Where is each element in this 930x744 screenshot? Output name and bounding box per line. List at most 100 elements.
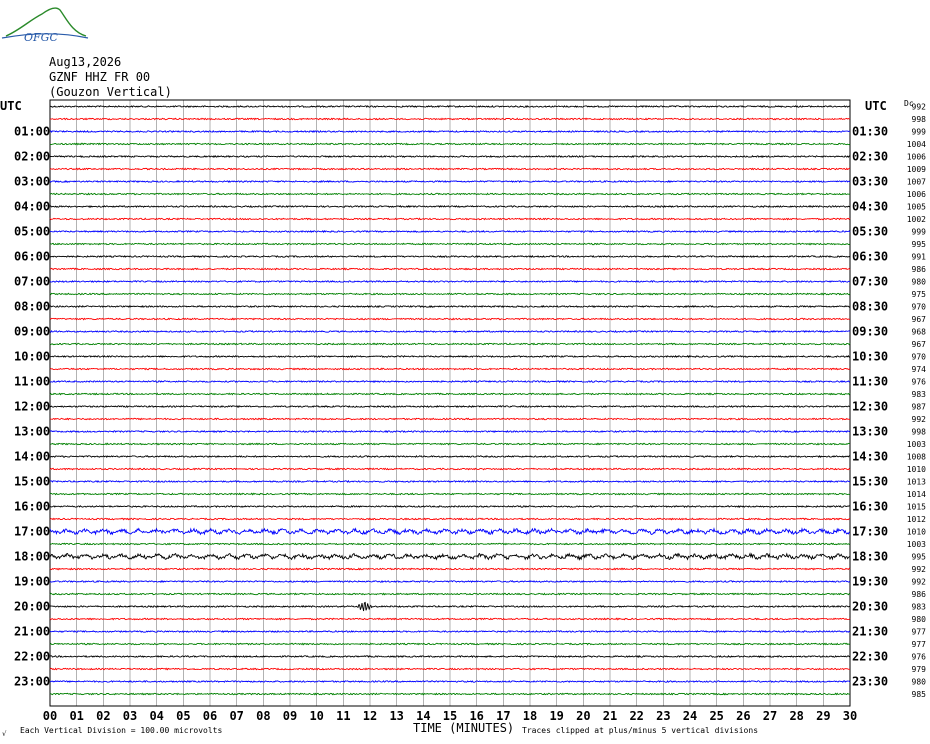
x-tick-label: 03	[123, 709, 137, 723]
dc-offset-label: 1010	[907, 528, 926, 537]
right-hour-label: 14:30	[852, 450, 888, 464]
dc-offset-label: 1007	[907, 178, 926, 187]
date-label: Aug13,2026	[49, 55, 121, 69]
left-hour-label: 15:00	[14, 475, 50, 489]
footer-left-note: Each Vertical Division = 100.00 microvol…	[20, 726, 222, 735]
x-tick-label: 28	[789, 709, 803, 723]
left-hour-label: 22:00	[14, 650, 50, 664]
x-tick-label: 05	[176, 709, 190, 723]
left-hour-label: 03:00	[14, 175, 50, 189]
right-hour-label: 09:30	[852, 325, 888, 339]
right-hour-label: 10:30	[852, 350, 888, 364]
dc-offset-label: 999	[912, 228, 927, 237]
dc-offset-label: 983	[912, 603, 927, 612]
dc-offset-label: 980	[912, 278, 927, 287]
dc-offset-label: 986	[912, 265, 927, 274]
left-hour-label: 17:00	[14, 525, 50, 539]
x-tick-label: 19	[549, 709, 563, 723]
left-hour-label: 11:00	[14, 375, 50, 389]
right-hour-label: 22:30	[852, 650, 888, 664]
dc-offset-label: 1009	[907, 165, 926, 174]
dc-offset-label: 1012	[907, 515, 926, 524]
right-hour-label: 07:30	[852, 275, 888, 289]
x-tick-label: 25	[709, 709, 723, 723]
left-hour-label: 05:00	[14, 225, 50, 239]
dc-offset-label: 1002	[907, 215, 926, 224]
right-hour-label: 13:30	[852, 425, 888, 439]
dc-offset-label: 998	[912, 428, 927, 437]
dc-offset-label: 967	[912, 340, 927, 349]
right-hour-label: 21:30	[852, 625, 888, 639]
left-hour-label: 19:00	[14, 575, 50, 589]
x-tick-label: 22	[629, 709, 643, 723]
x-tick-label: 13	[389, 709, 403, 723]
dc-offset-label: 995	[912, 553, 927, 562]
dc-offset-label: 980	[912, 615, 927, 624]
dc-offset-label: 967	[912, 315, 927, 324]
x-tick-label: 30	[843, 709, 857, 723]
left-hour-label: 21:00	[14, 625, 50, 639]
x-tick-label: 27	[763, 709, 777, 723]
footer-mark: √	[2, 730, 7, 738]
x-tick-label: 01	[69, 709, 83, 723]
x-tick-label: 20	[576, 709, 590, 723]
dc-offset-label: 974	[912, 365, 927, 374]
left-hour-label: 09:00	[14, 325, 50, 339]
trace-row-0	[49, 104, 851, 108]
x-tick-label: 21	[603, 709, 617, 723]
footer-right-note: Traces clipped at plus/minus 5 vertical …	[522, 726, 758, 735]
left-hour-label: 13:00	[14, 425, 50, 439]
left-utc-title: UTC	[0, 99, 22, 113]
dc-offset-label: 970	[912, 303, 927, 312]
dc-offset-label: 968	[912, 328, 927, 337]
ofgc-logo: OFGC	[1, 7, 89, 44]
logo-text: OFGC	[24, 31, 58, 44]
dc-offset-label: 1006	[907, 153, 926, 162]
left-hour-label: 10:00	[14, 350, 50, 364]
dc-offset-label: 992	[912, 103, 927, 112]
x-tick-label: 08	[256, 709, 270, 723]
dc-offset-label: 1014	[907, 490, 926, 499]
left-hour-label: 14:00	[14, 450, 50, 464]
dc-offset-label: 991	[912, 253, 927, 262]
x-tick-label: 02	[96, 709, 110, 723]
x-tick-label: 04	[149, 709, 163, 723]
left-hour-labels: 01:00 02:00 03:00 04:00 05:00 06:00 07:00 08:00…	[14, 125, 50, 689]
left-hour-label: 18:00	[14, 550, 50, 564]
right-hour-label: 05:30	[852, 225, 888, 239]
right-hour-label: 23:30	[852, 675, 888, 689]
dc-offset-label: 987	[912, 403, 927, 412]
dc-offset-label: 1003	[907, 440, 926, 449]
left-hour-label: 07:00	[14, 275, 50, 289]
right-hour-label: 06:30	[852, 250, 888, 264]
dc-offset-label: 976	[912, 378, 927, 387]
dc-offset-label: 992	[912, 578, 927, 587]
dc-offset-label: 1013	[907, 478, 926, 487]
right-hour-label: 16:30	[852, 500, 888, 514]
dc-offset-label: 992	[912, 565, 927, 574]
left-hour-label: 04:00	[14, 200, 50, 214]
dc-offset-label: 977	[912, 640, 927, 649]
left-hour-label: 06:00	[14, 250, 50, 264]
right-hour-label: 11:30	[852, 375, 888, 389]
x-tick-label: 06	[203, 709, 217, 723]
dc-offset-label: 980	[912, 678, 927, 687]
dc-offset-label: 1015	[907, 503, 926, 512]
left-hour-label: 08:00	[14, 300, 50, 314]
left-hour-label: 12:00	[14, 400, 50, 414]
x-axis-title: TIME (MINUTES)	[413, 721, 514, 735]
dc-offset-label: 979	[912, 665, 927, 674]
left-hour-label: 16:00	[14, 500, 50, 514]
dc-offset-label: 975	[912, 290, 927, 299]
x-tick-label: 12	[363, 709, 377, 723]
dc-offset-label: 977	[912, 628, 927, 637]
dc-offset-labels: 992 998 999 1004 1006 1009 1007 1006 1005 1002 999…	[907, 103, 926, 700]
right-hour-label: 01:30	[852, 125, 888, 139]
dc-offset-label: 995	[912, 240, 927, 249]
station-name: (Gouzon Vertical)	[49, 85, 172, 99]
left-hour-label: 02:00	[14, 150, 50, 164]
left-hour-label: 01:00	[14, 125, 50, 139]
grid	[49, 99, 851, 707]
station-line: GZNF HHZ FR 00	[49, 70, 150, 84]
left-hour-label: 23:00	[14, 675, 50, 689]
